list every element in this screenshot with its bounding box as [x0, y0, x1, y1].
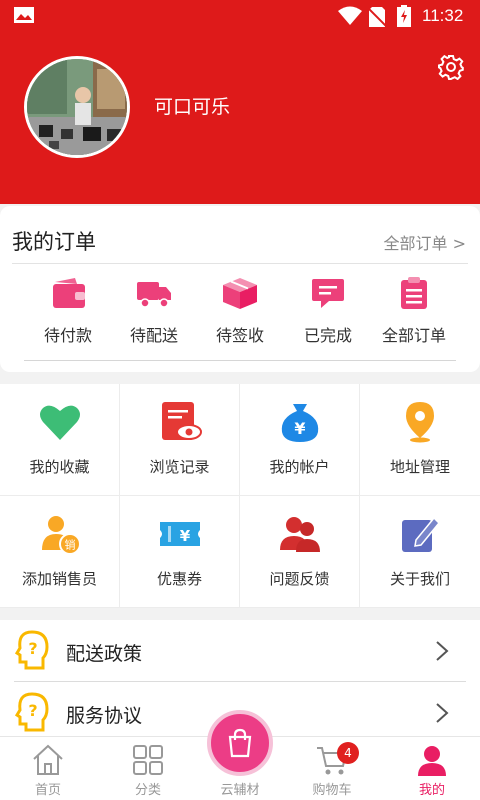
wallet-icon — [53, 278, 85, 308]
grid-item-address[interactable]: 地址管理 — [360, 384, 480, 496]
tab-label: 分类 — [134, 783, 161, 798]
order-status-all[interactable]: 全部订单 — [366, 276, 462, 346]
question-head-icon: ? — [14, 630, 49, 670]
avatar[interactable] — [24, 56, 130, 158]
profile-header: 可口可乐 — [0, 32, 480, 204]
chevron-right-icon — [436, 641, 449, 661]
grid-item-label: 问题反馈 — [269, 570, 330, 588]
gallery-icon — [14, 7, 34, 23]
order-status-pending-receipt[interactable]: 待签收 — [192, 276, 288, 346]
location-pin-icon — [406, 402, 434, 443]
battery-charging-icon — [397, 5, 411, 27]
grid-item-history[interactable]: 浏览记录 — [120, 384, 240, 496]
list-item-delivery-policy[interactable]: ? 配送政策 — [0, 620, 480, 682]
cart-badge: 4 — [337, 742, 359, 764]
heart-icon — [39, 405, 80, 440]
grid-item-label: 我的收藏 — [29, 458, 90, 476]
status-bar: 11:32 — [0, 0, 480, 32]
order-status-completed[interactable]: 已完成 — [280, 276, 376, 346]
list-item-label: 配送政策 — [66, 643, 143, 665]
username: 可口可乐 — [154, 96, 231, 118]
svg-text:¥: ¥ — [179, 527, 190, 545]
tab-mine[interactable]: 我的 — [384, 737, 480, 800]
history-icon — [161, 402, 202, 440]
user-icon — [418, 746, 446, 776]
grid-item-feedback[interactable]: 问题反馈 — [240, 496, 360, 608]
no-sim-icon — [368, 7, 386, 27]
question-head-icon: ? — [14, 692, 49, 732]
package-icon — [223, 278, 257, 309]
grid-item-label: 浏览记录 — [149, 458, 210, 476]
edit-icon — [402, 516, 441, 552]
tab-label: 购物车 — [312, 783, 352, 798]
list-item-label: 服务协议 — [66, 705, 143, 727]
center-shop-button[interactable] — [207, 710, 273, 776]
feedback-users-icon — [279, 517, 320, 552]
divider — [24, 360, 456, 361]
grid-item-add-salesperson[interactable]: 销 添加销售员 — [0, 496, 120, 608]
grid-item-label: 添加销售员 — [21, 570, 97, 588]
order-status-label: 待配送 — [129, 326, 178, 345]
tab-cart[interactable]: 购物车 — [284, 737, 380, 800]
order-status-label: 待付款 — [43, 326, 92, 345]
salesperson-icon: 销 — [41, 516, 81, 555]
grid-item-label: 地址管理 — [389, 458, 450, 476]
order-status-label: 已完成 — [303, 326, 352, 345]
order-status-label: 全部订单 — [381, 326, 446, 345]
svg-text:销: 销 — [64, 538, 75, 552]
grid-item-coupons[interactable]: ¥ 优惠券 — [120, 496, 240, 608]
svg-text:¥: ¥ — [294, 419, 305, 438]
order-status-label: 待签收 — [215, 326, 264, 345]
grid-item-about[interactable]: 关于我们 — [360, 496, 480, 608]
grid-item-favorites[interactable]: 我的收藏 — [0, 384, 120, 496]
status-time: 11:32 — [422, 6, 464, 25]
svg-text:?: ? — [28, 639, 37, 658]
svg-text:?: ? — [28, 701, 37, 720]
order-status-pending-delivery[interactable]: 待配送 — [106, 276, 202, 346]
grid-icon — [133, 745, 163, 775]
message-icon — [312, 279, 344, 308]
grid-item-label: 我的帐户 — [269, 458, 330, 476]
coupon-icon: ¥ — [159, 522, 200, 546]
grid-item-label: 关于我们 — [389, 570, 450, 588]
tab-label: 首页 — [34, 783, 61, 798]
truck-icon — [137, 282, 171, 308]
grid-item-account[interactable]: ¥ 我的帐户 — [240, 384, 360, 496]
money-bag-icon: ¥ — [281, 404, 318, 442]
tab-label: 我的 — [418, 783, 445, 798]
order-status-pending-payment[interactable]: 待付款 — [20, 276, 116, 346]
wifi-icon — [338, 6, 362, 25]
avatar-photo — [27, 59, 127, 155]
my-orders-card: 我的订单 全部订单 > 待付款 待配送 待签收 已完成 全部订单 — [0, 206, 480, 372]
tab-home[interactable]: 首页 — [0, 737, 96, 800]
tab-label: 云辅材 — [220, 783, 260, 798]
home-icon — [33, 744, 63, 775]
grid-item-label: 优惠券 — [156, 570, 202, 588]
divider — [12, 263, 468, 264]
tab-categories[interactable]: 分类 — [100, 737, 196, 800]
settings-gear-icon[interactable] — [438, 54, 464, 80]
all-orders-link[interactable]: 全部订单 > — [384, 230, 467, 254]
feature-grid: 我的收藏 浏览记录 ¥ 我的帐户 地址管理 销 添加销售员 ¥ 优惠券 问题反馈… — [0, 384, 480, 608]
clipboard-icon — [401, 277, 427, 309]
orders-title: 我的订单 — [12, 230, 96, 254]
chevron-right-icon — [436, 703, 449, 723]
shopping-bag-icon — [228, 728, 252, 758]
